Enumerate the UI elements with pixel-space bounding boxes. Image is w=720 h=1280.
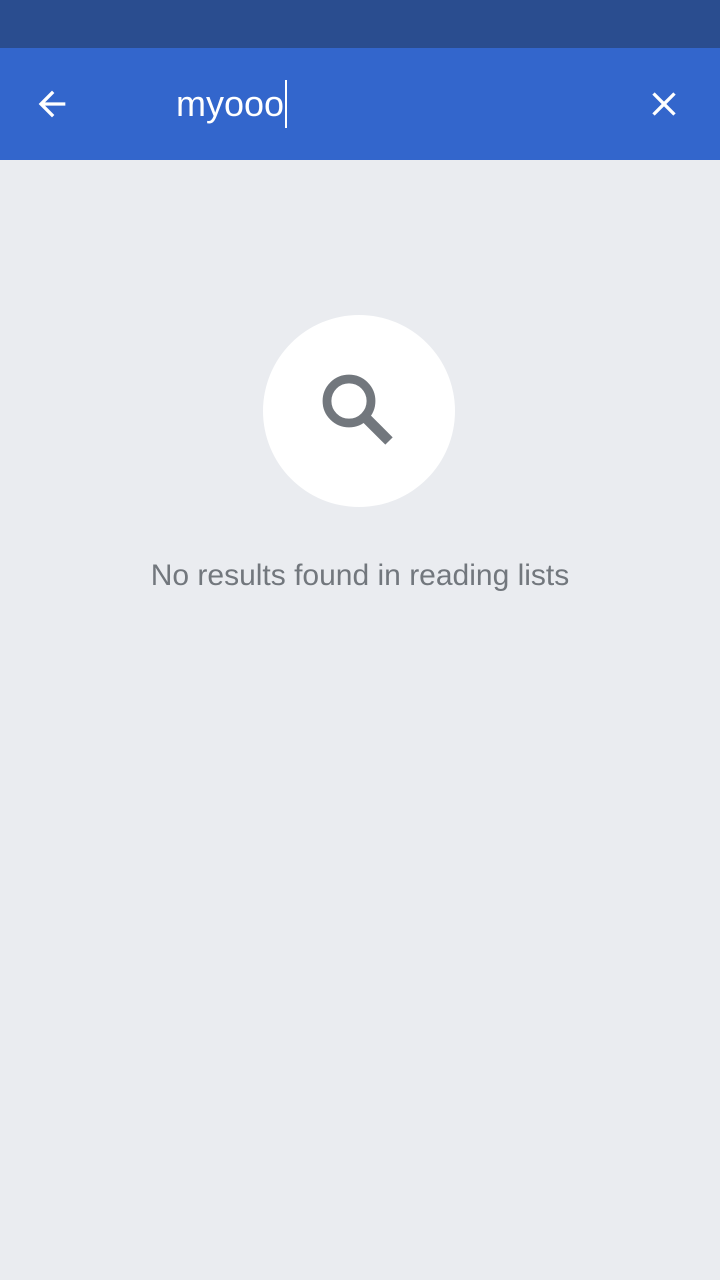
search-query-text: myooo [176,83,285,124]
back-button[interactable] [16,68,88,140]
clear-search-button[interactable] [628,68,700,140]
search-toolbar: myooo [0,48,720,160]
close-icon [652,92,676,116]
search-icon [322,374,393,445]
empty-state-message: No results found in reading lists [150,559,570,592]
status-bar [0,0,720,48]
arrow-back-icon [38,90,66,118]
empty-state-circle [263,315,455,507]
text-cursor [285,80,288,128]
search-results-area: No results found in reading lists [0,160,720,1280]
search-input[interactable]: myooo [176,76,596,132]
